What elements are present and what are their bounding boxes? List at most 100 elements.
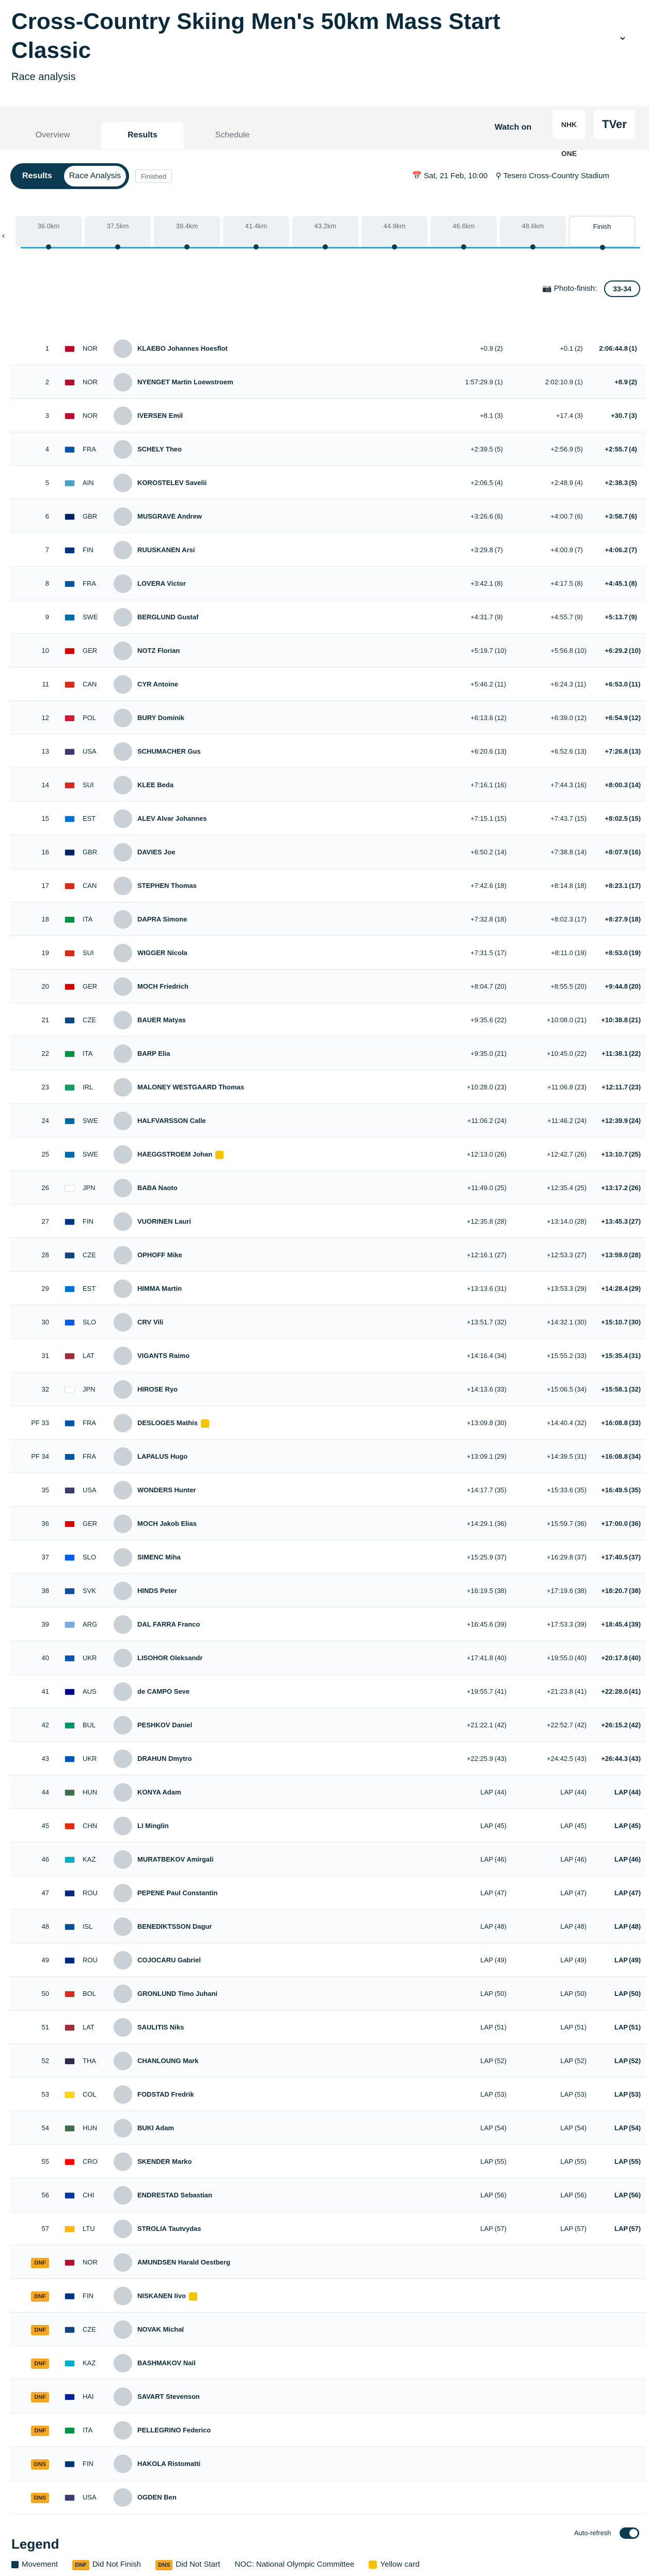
table-row[interactable]: 9 SWE BERGLUND Gustaf +4:31.7 (9) +4:55.7 (9) +… (10, 600, 645, 634)
table-row[interactable]: 21 CZE BAUER Matyas +9:35.6 (22) +10:08.0 (21)… (10, 1003, 645, 1037)
athlete-name-text[interactable]: SIMENC Miha (137, 1553, 181, 1561)
table-row[interactable]: PF 34 FRA LAPALUS Hugo +13:09.1 (29) +14:39.5… (10, 1440, 645, 1473)
athlete-name[interactable]: PESHKOV Daniel (137, 1708, 192, 1742)
athlete-name-text[interactable]: MOCH Friedrich (137, 982, 188, 990)
athlete-name[interactable]: HAEGGSTROEM Johan (137, 1137, 224, 1171)
athlete-name-text[interactable]: HAKOLA Ristomatti (137, 2460, 200, 2468)
photo-finish-button[interactable]: 33-34 (604, 280, 640, 297)
athlete-name-text[interactable]: MUSGRAVE Andrew (137, 512, 202, 520)
tab-schedule[interactable]: Schedule (191, 122, 274, 149)
athlete-name[interactable]: SKENDER Marko (137, 2145, 192, 2178)
table-row[interactable]: DNS USA OGDEN Ben (10, 2480, 645, 2514)
athlete-name[interactable]: WIGGER Nicola (137, 936, 187, 970)
nhk-logo[interactable]: NHK ONE (552, 110, 585, 158)
table-row[interactable]: 27 FIN VUORINEN Lauri +12:35.8 (28) +13:14.0 (… (10, 1205, 645, 1238)
athlete-name[interactable]: SAULITIS Niks (137, 2010, 184, 2044)
athlete-name-text[interactable]: CYR Antoine (137, 680, 178, 688)
athlete-name[interactable]: MURATBEKOV Amirgali (137, 1843, 213, 1876)
table-row[interactable]: 42 BUL PESHKOV Daniel +21:22.1 (42) +22:52.7(… (10, 1708, 645, 1742)
athlete-name-text[interactable]: STEPHEN Thomas (137, 882, 197, 889)
athlete-name[interactable]: HINDS Peter (137, 1574, 177, 1607)
table-row[interactable]: 29 EST HIMMA Martin +13:13.6 (31) +13:53.3 (29… (10, 1272, 645, 1305)
athlete-name-text[interactable]: PESHKOV Daniel (137, 1721, 192, 1729)
table-row[interactable]: DNF FIN NISKANEN Iivo (10, 2279, 645, 2313)
athlete-name-text[interactable]: DESLOGES Mathis (137, 1419, 198, 1427)
table-row[interactable]: 37 SLO SIMENC Miha +15:25.9 (37) +16:29.8 (37)… (10, 1540, 645, 1574)
athlete-name[interactable]: VUORINEN Lauri (137, 1205, 191, 1238)
athlete-name-text[interactable]: OGDEN Ben (137, 2493, 177, 2501)
athlete-name-text[interactable]: HINDS Peter (137, 1587, 177, 1595)
athlete-name-text[interactable]: ENDRESTAD Sebastian (137, 2191, 212, 2199)
athlete-name-text[interactable]: SCHELY Theo (137, 445, 182, 453)
athlete-name[interactable]: ENDRESTAD Sebastian (137, 2178, 212, 2212)
athlete-name[interactable]: WONDERS Hunter (137, 1473, 196, 1507)
athlete-name[interactable]: GRONLUND Timo Juhani (137, 1977, 217, 2010)
table-row[interactable]: 40 UKR LISOHOR Oleksandr +17:41.8 (40) +19:55… (10, 1641, 645, 1675)
table-row[interactable]: 22 ITA BARP Elia +9:35.0 (21) +10:45.0 (22) +11… (10, 1037, 645, 1070)
table-row[interactable]: 54 HUN BUKI Adam LAP (54) LAP (54) LAP (54) (10, 2111, 645, 2145)
athlete-name[interactable]: IVERSEN Emil (137, 399, 183, 432)
athlete-name-text[interactable]: BERGLUND Gustaf (137, 613, 198, 621)
athlete-name-text[interactable]: STROLIA Tautvydas (137, 2225, 201, 2232)
athlete-name[interactable]: HIMMA Martin (137, 1272, 182, 1305)
table-row[interactable]: 31 LAT VIGANTS Raimo +14:16.4 (34) +15:55.2 (3… (10, 1339, 645, 1372)
table-row[interactable]: 35 USA WONDERS Hunter +14:17.7 (35) +15:33.6(… (10, 1473, 645, 1507)
table-row[interactable]: DNF CZE NOVAK Michal (10, 2313, 645, 2346)
table-row[interactable]: 55 CRO SKENDER Marko LAP (55) LAP (55) LAP (55) (10, 2145, 645, 2178)
athlete-name[interactable]: DRAHUN Dmytro (137, 1742, 192, 1775)
athlete-name[interactable]: de CAMPO Seve (137, 1675, 189, 1708)
athlete-name-text[interactable]: DAPRA Simone (137, 915, 187, 923)
athlete-name[interactable]: CHANLOUNG Mark (137, 2044, 198, 2078)
athlete-name-text[interactable]: KONYA Adam (137, 1788, 181, 1796)
athlete-name[interactable]: NOVAK Michal (137, 2313, 184, 2346)
athlete-name-text[interactable]: HIMMA Martin (137, 1285, 182, 1292)
athlete-name[interactable]: PEPENE Paul Constantin (137, 1876, 217, 1910)
athlete-name-text[interactable]: BUKI Adam (137, 2124, 174, 2132)
athlete-name-text[interactable]: HALFVARSSON Calle (137, 1117, 206, 1125)
athlete-name-text[interactable]: NOVAK Michal (137, 2325, 184, 2333)
athlete-name-text[interactable]: WONDERS Hunter (137, 1486, 196, 1494)
split-1[interactable]: 37.5km (85, 216, 151, 249)
athlete-name-text[interactable]: SCHUMACHER Gus (137, 747, 201, 755)
chevron-left-icon[interactable]: ‹ (2, 231, 5, 241)
athlete-name[interactable]: DAPRA Simone (137, 902, 187, 936)
athlete-name[interactable]: RUUSKANEN Arsi (137, 533, 195, 567)
table-row[interactable]: 45 CHN LI Minglin LAP (45) LAP (45) LAP (45) (10, 1809, 645, 1843)
athlete-name-text[interactable]: PELLEGRINO Federico (137, 2426, 211, 2434)
athlete-name-text[interactable]: OPHOFF Mike (137, 1251, 182, 1259)
table-row[interactable]: 32 JPN HIROSE Ryo +14:13.6 (33) +15:06.5 (34) +… (10, 1372, 645, 1406)
athlete-name[interactable]: OGDEN Ben (137, 2480, 177, 2514)
athlete-name[interactable]: BENEDIKTSSON Dagur (137, 1910, 212, 1943)
athlete-name[interactable]: AMUNDSEN Harald Oestberg (137, 2245, 230, 2279)
athlete-name-text[interactable]: BURY Dominik (137, 714, 184, 722)
athlete-name[interactable]: BERGLUND Gustaf (137, 600, 198, 634)
athlete-name[interactable]: BAUER Matyas (137, 1003, 186, 1037)
athlete-name-text[interactable]: NISKANEN Iivo (137, 2292, 186, 2300)
tab-overview[interactable]: Overview (11, 122, 94, 149)
athlete-name-text[interactable]: BAUER Matyas (137, 1016, 186, 1024)
table-row[interactable]: 36 GER MOCH Jakob Elias +14:29.1 (36) +15:59.… (10, 1507, 645, 1540)
split-2[interactable]: 39.4km (154, 216, 220, 249)
athlete-name[interactable]: SCHELY Theo (137, 432, 182, 466)
table-row[interactable]: 25 SWE HAEGGSTROEM Johan +12:13.0 (26) +12:42… (10, 1137, 645, 1171)
table-row[interactable]: 7 FIN RUUSKANEN Arsi +3:29.8 (7) +4:00.9 (7) +4… (10, 533, 645, 567)
table-row[interactable]: DNF ITA PELLEGRINO Federico (10, 2413, 645, 2447)
athlete-name-text[interactable]: GRONLUND Timo Juhani (137, 1990, 217, 1997)
athlete-name[interactable]: NOTZ Florian (137, 634, 180, 667)
table-row[interactable]: 12 POL BURY Dominik +6:13.6 (12) +6:39.0 (12) +… (10, 701, 645, 735)
table-row[interactable]: PF 33 FRA DESLOGES Mathis +13:09.8 (30) +14:4… (10, 1406, 645, 1440)
athlete-name-text[interactable]: PEPENE Paul Constantin (137, 1889, 217, 1897)
table-row[interactable]: 5 AIN KOROSTELEV Savelii +2:06.5 (4) +2:48.9 (… (10, 466, 645, 499)
athlete-name[interactable]: NISKANEN Iivo (137, 2279, 197, 2313)
table-row[interactable]: 17 CAN STEPHEN Thomas +7:42.6 (18) +8:14.8 (18… (10, 869, 645, 902)
athlete-name-text[interactable]: MOCH Jakob Elias (137, 1520, 197, 1527)
table-row[interactable]: DNF KAZ BASHMAKOV Nail (10, 2346, 645, 2380)
table-row[interactable]: 19 SUI WIGGER Nicola +7:31.5 (17) +8:11.0 (19)… (10, 936, 645, 970)
athlete-name[interactable]: BUKI Adam (137, 2111, 174, 2145)
athlete-name-text[interactable]: BASHMAKOV Nail (137, 2359, 196, 2367)
athlete-name-text[interactable]: LI Minglin (137, 1822, 169, 1830)
athlete-name-text[interactable]: BARP Elia (137, 1050, 170, 1057)
athlete-name-text[interactable]: RUUSKANEN Arsi (137, 546, 195, 554)
athlete-name-text[interactable]: KLAEBO Johannes Hoesflot (137, 345, 228, 352)
athlete-name-text[interactable]: IVERSEN Emil (137, 412, 183, 419)
